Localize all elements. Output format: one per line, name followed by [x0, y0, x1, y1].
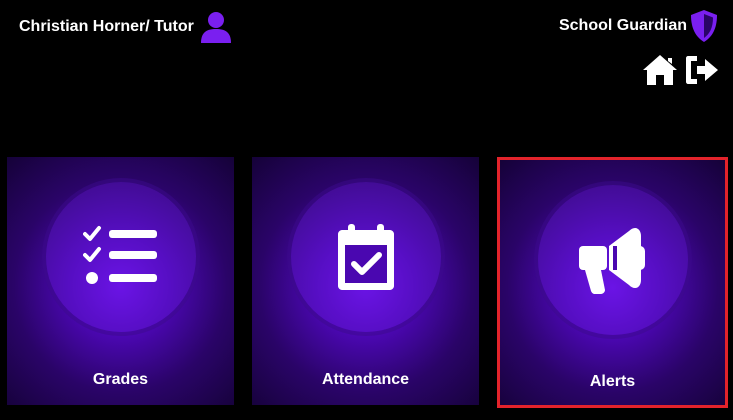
user-info: Christian Horner/ Tutor: [19, 10, 234, 44]
tile-label: Attendance: [321, 371, 410, 388]
megaphone-icon: [573, 220, 653, 300]
tile-grades[interactable]: Grades: [7, 157, 234, 405]
calendar-check-icon: [326, 217, 406, 297]
user-icon[interactable]: [198, 10, 234, 44]
brand: School Guardian: [559, 9, 721, 43]
top-nav: [641, 52, 721, 88]
brand-name: School Guardian: [558, 17, 687, 34]
tile-label: Grades: [92, 371, 149, 388]
logout-icon[interactable]: [683, 52, 721, 88]
tile-attendance[interactable]: Attendance: [252, 157, 479, 405]
shield-icon: [687, 9, 721, 43]
module-tiles: Grades Attendance Alerts: [7, 157, 728, 408]
checklist-icon: [81, 217, 161, 297]
home-icon[interactable]: [641, 52, 679, 88]
tile-alerts[interactable]: Alerts: [497, 157, 728, 408]
app-page: Christian Horner/ Tutor School Guardian: [0, 0, 733, 420]
user-name: Christian Horner/ Tutor: [19, 18, 194, 35]
tile-label: Alerts: [589, 373, 636, 390]
